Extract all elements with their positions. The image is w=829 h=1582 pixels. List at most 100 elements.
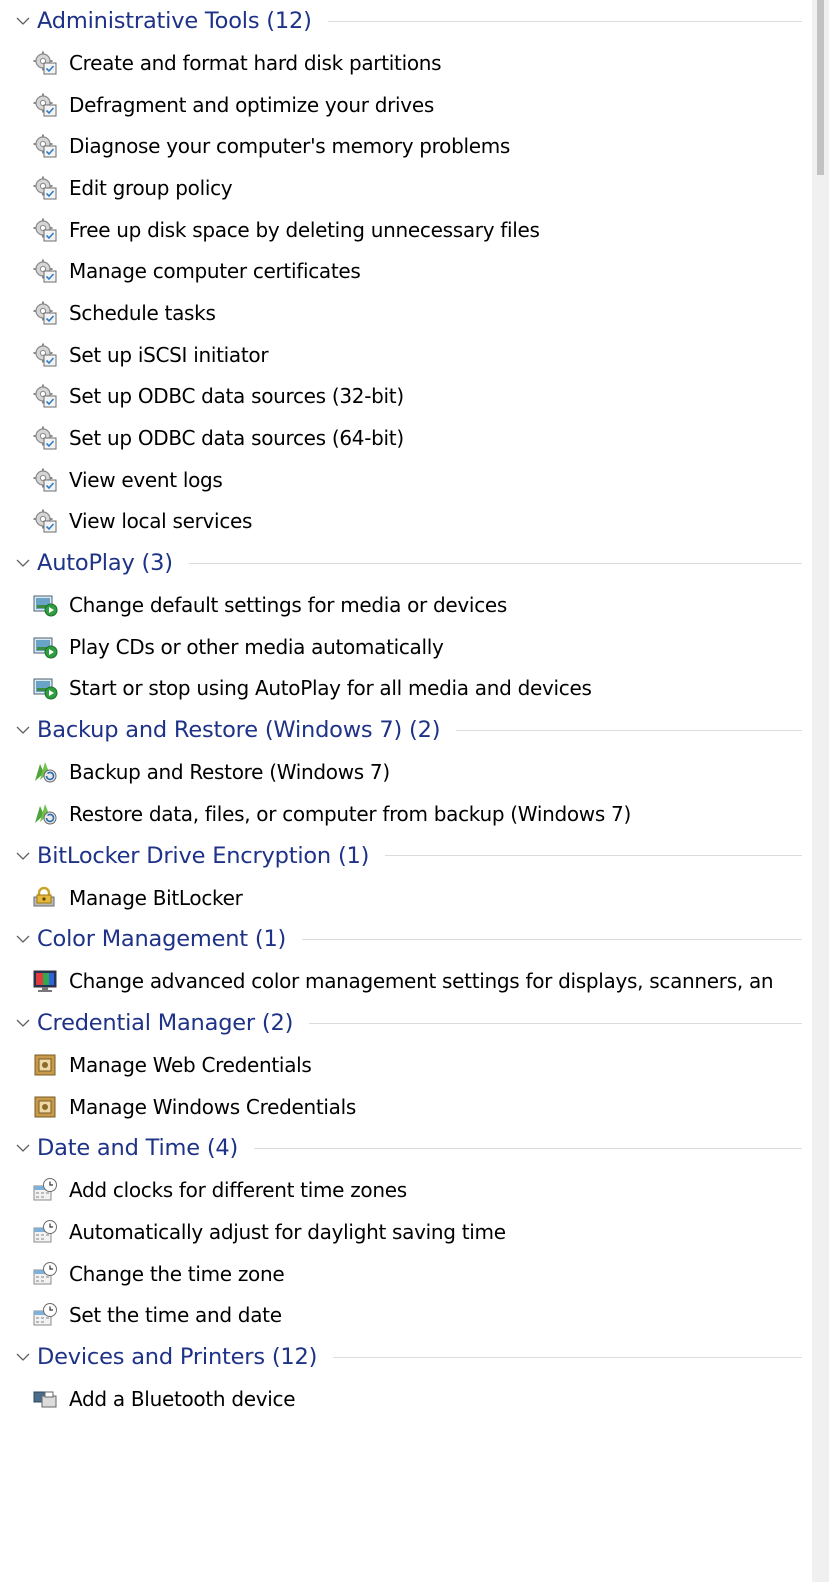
chevron-down-icon[interactable]	[15, 1140, 31, 1156]
task-link-label[interactable]: Set up iSCSI initiator	[69, 343, 269, 367]
group-title[interactable]: Devices and Printers (12)	[37, 1344, 317, 1370]
group-header[interactable]: Backup and Restore (Windows 7) (2)	[0, 709, 812, 751]
autoplay-icon	[32, 592, 58, 618]
task-link-label[interactable]: Set up ODBC data sources (64-bit)	[69, 426, 404, 450]
task-link[interactable]: Set up iSCSI initiator	[0, 334, 812, 376]
group-title[interactable]: Color Management (1)	[37, 926, 286, 952]
task-link-label[interactable]: Play CDs or other media automatically	[69, 635, 444, 659]
autoplay-icon	[32, 675, 58, 701]
group-header[interactable]: Credential Manager (2)	[0, 1002, 812, 1044]
group-title[interactable]: Backup and Restore (Windows 7) (2)	[37, 717, 441, 743]
task-link[interactable]: Create and format hard disk partitions	[0, 42, 812, 84]
control-panel-results-list: Administrative Tools (12) Create and form…	[0, 0, 812, 1420]
chevron-down-icon[interactable]	[15, 1349, 31, 1365]
task-link[interactable]: Edit group policy	[0, 167, 812, 209]
group-title[interactable]: Date and Time (4)	[37, 1135, 238, 1161]
task-link[interactable]: Play CDs or other media automatically	[0, 626, 812, 668]
admin-tools-icon	[32, 175, 58, 201]
admin-tools-icon	[32, 92, 58, 118]
vertical-scrollbar[interactable]	[812, 0, 829, 1582]
task-link[interactable]: Free up disk space by deleting unnecessa…	[0, 209, 812, 251]
task-link[interactable]: Add clocks for different time zones	[0, 1169, 812, 1211]
task-link-label[interactable]: Backup and Restore (Windows 7)	[69, 760, 390, 784]
date-time-icon	[32, 1177, 58, 1203]
autoplay-icon	[32, 634, 58, 660]
scrollbar-thumb[interactable]	[817, 0, 824, 175]
task-link-label[interactable]: Diagnose your computer's memory problems	[69, 134, 510, 158]
task-link-label[interactable]: Restore data, files, or computer from ba…	[69, 802, 631, 826]
task-link[interactable]: Schedule tasks	[0, 292, 812, 334]
task-link[interactable]: Set up ODBC data sources (64-bit)	[0, 417, 812, 459]
task-link-label[interactable]: Change the time zone	[69, 1262, 285, 1286]
credential-manager-icon	[32, 1094, 58, 1120]
admin-tools-icon	[32, 425, 58, 451]
group-header[interactable]: Date and Time (4)	[0, 1127, 812, 1169]
group-divider	[333, 1356, 802, 1358]
task-link-label[interactable]: Change default settings for media or dev…	[69, 593, 507, 617]
admin-tools-icon	[32, 258, 58, 284]
bitlocker-icon	[32, 885, 58, 911]
group-title[interactable]: AutoPlay (3)	[37, 550, 173, 576]
group-divider	[188, 562, 802, 564]
task-link[interactable]: Start or stop using AutoPlay for all med…	[0, 668, 812, 710]
group-header[interactable]: AutoPlay (3)	[0, 542, 812, 584]
task-link-label[interactable]: Defragment and optimize your drives	[69, 93, 434, 117]
task-link[interactable]: Diagnose your computer's memory problems	[0, 125, 812, 167]
task-link-label[interactable]: View event logs	[69, 468, 223, 492]
task-link[interactable]: View event logs	[0, 459, 812, 501]
task-link-label[interactable]: Change advanced color management setting…	[69, 969, 774, 993]
chevron-down-icon[interactable]	[15, 848, 31, 864]
task-link-label[interactable]: Create and format hard disk partitions	[69, 51, 442, 75]
task-link-label[interactable]: Schedule tasks	[69, 301, 216, 325]
group-divider	[456, 729, 802, 731]
task-link[interactable]: Manage computer certificates	[0, 250, 812, 292]
chevron-down-icon[interactable]	[15, 1015, 31, 1031]
group-header[interactable]: Devices and Printers (12)	[0, 1336, 812, 1378]
group-title[interactable]: Administrative Tools (12)	[37, 8, 312, 34]
task-link[interactable]: Defragment and optimize your drives	[0, 84, 812, 126]
group-title[interactable]: BitLocker Drive Encryption (1)	[37, 843, 369, 869]
task-link-label[interactable]: Manage Windows Credentials	[69, 1095, 356, 1119]
task-link-label[interactable]: View local services	[69, 509, 252, 533]
chevron-down-icon[interactable]	[15, 13, 31, 29]
task-link-label[interactable]: Set the time and date	[69, 1303, 282, 1327]
group-divider	[327, 20, 802, 22]
task-link-label[interactable]: Start or stop using AutoPlay for all med…	[69, 676, 592, 700]
task-link-label[interactable]: Edit group policy	[69, 176, 233, 200]
group-divider	[385, 855, 802, 857]
task-link-label[interactable]: Manage Web Credentials	[69, 1053, 312, 1077]
admin-tools-icon	[32, 508, 58, 534]
date-time-icon	[32, 1261, 58, 1287]
group-header[interactable]: BitLocker Drive Encryption (1)	[0, 835, 812, 877]
task-link[interactable]: Change default settings for media or dev…	[0, 584, 812, 626]
task-link[interactable]: View local services	[0, 501, 812, 543]
task-link[interactable]: Manage BitLocker	[0, 877, 812, 919]
task-link[interactable]: Manage Web Credentials	[0, 1044, 812, 1086]
group-header[interactable]: Administrative Tools (12)	[0, 0, 812, 42]
task-link-label[interactable]: Free up disk space by deleting unnecessa…	[69, 218, 540, 242]
task-link-label[interactable]: Add clocks for different time zones	[69, 1178, 407, 1202]
group-title[interactable]: Credential Manager (2)	[37, 1010, 293, 1036]
task-link[interactable]: Manage Windows Credentials	[0, 1086, 812, 1128]
task-link[interactable]: Add a Bluetooth device	[0, 1378, 812, 1420]
task-link-label[interactable]: Add a Bluetooth device	[69, 1387, 296, 1411]
task-link[interactable]: Automatically adjust for daylight saving…	[0, 1211, 812, 1253]
task-link-label[interactable]: Manage BitLocker	[69, 886, 243, 910]
task-link[interactable]: Change advanced color management setting…	[0, 960, 812, 1002]
admin-tools-icon	[32, 217, 58, 243]
backup-restore-icon	[32, 759, 58, 785]
chevron-down-icon[interactable]	[15, 722, 31, 738]
task-link-label[interactable]: Manage computer certificates	[69, 259, 361, 283]
task-link-label[interactable]: Set up ODBC data sources (32-bit)	[69, 384, 404, 408]
task-link[interactable]: Restore data, files, or computer from ba…	[0, 793, 812, 835]
task-link[interactable]: Set the time and date	[0, 1295, 812, 1337]
task-link[interactable]: Set up ODBC data sources (32-bit)	[0, 376, 812, 418]
group-header[interactable]: Color Management (1)	[0, 918, 812, 960]
task-link[interactable]: Change the time zone	[0, 1253, 812, 1295]
admin-tools-icon	[32, 300, 58, 326]
task-link[interactable]: Backup and Restore (Windows 7)	[0, 751, 812, 793]
chevron-down-icon[interactable]	[15, 931, 31, 947]
group-divider	[309, 1022, 802, 1024]
task-link-label[interactable]: Automatically adjust for daylight saving…	[69, 1220, 506, 1244]
chevron-down-icon[interactable]	[15, 555, 31, 571]
